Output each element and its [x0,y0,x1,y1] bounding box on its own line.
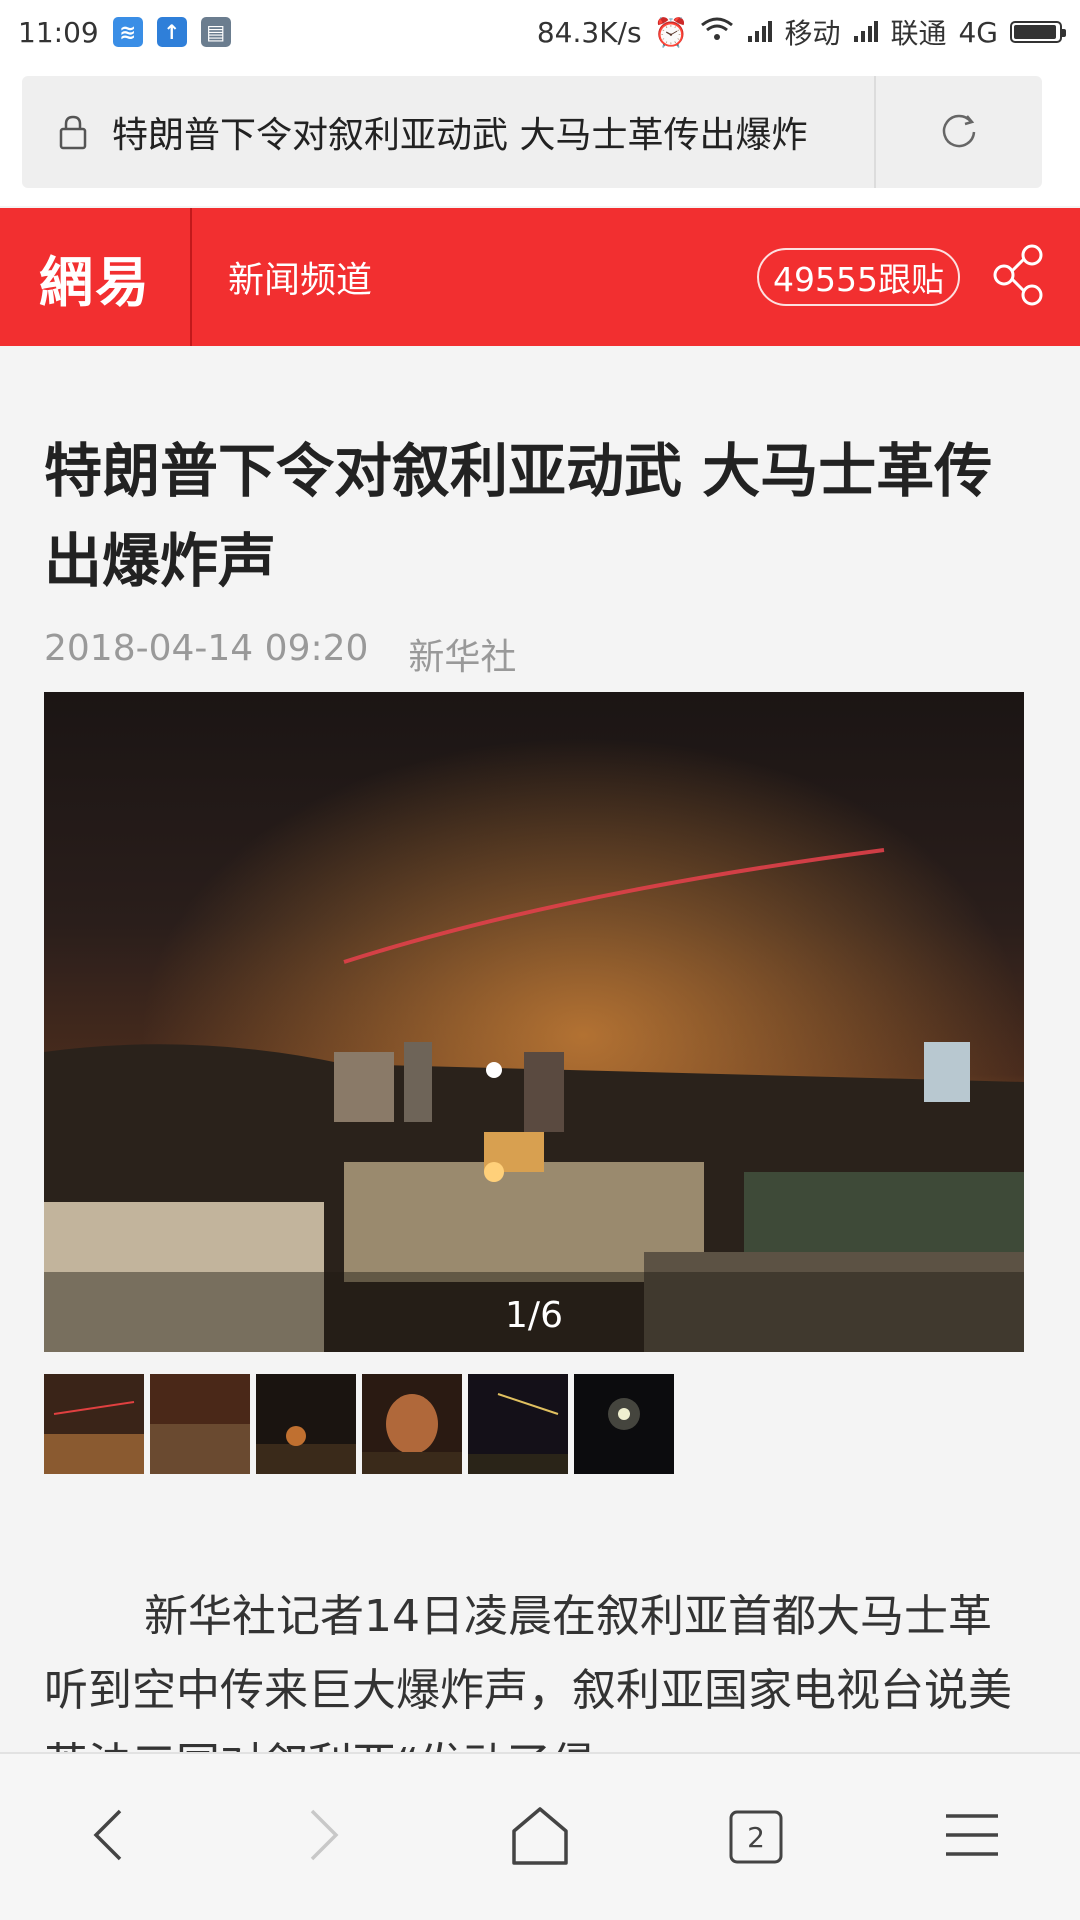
menu-button[interactable] [912,1777,1032,1897]
notes-icon: ▤ [200,17,231,47]
notification-app-icon: ≋ [112,17,143,47]
thumbnail-3[interactable] [256,1374,356,1474]
back-icon [88,1805,128,1869]
forward-icon [304,1805,344,1869]
tabs-icon: 2 [728,1809,784,1865]
network-type: 4G [958,15,998,49]
browser-toolbar: 特朗普下令对叙利亚动武 大马士革传出爆炸 [0,64,1080,206]
network-speed: 84.3K/s [536,15,642,49]
address-bar[interactable]: 特朗普下令对叙利亚动武 大马士革传出爆炸 [22,76,1042,188]
status-time: 11:09 [18,15,99,49]
night-city-photo [44,692,1024,1352]
signal-icon-2 [852,16,879,49]
carrier-1: 移动 [784,17,841,50]
thumbnail-1[interactable] [44,1374,144,1474]
status-bar: 11:09 ≋ ↑ ▤ 84.3K/s ⏰ 移动 联通 4G [0,0,1080,64]
home-button[interactable] [480,1777,600,1897]
forward-button[interactable] [264,1777,384,1897]
thumbnail-6[interactable] [574,1374,674,1474]
thumbnail-4[interactable] [362,1374,462,1474]
header-divider [190,208,192,346]
menu-icon [942,1810,1002,1864]
reload-button[interactable] [876,108,1042,156]
share-button[interactable] [960,243,1080,311]
article-meta: 2018-04-14 09:20 新华社 [44,628,516,680]
home-icon [508,1803,572,1871]
gallery-counter: 1/6 [505,1295,563,1336]
address-text[interactable]: 特朗普下令对叙利亚动武 大马士革传出爆炸 [94,106,874,158]
article-source[interactable]: 新华社 [408,628,516,680]
channel-link[interactable]: 新闻频道 [228,251,372,303]
gallery-main-photo[interactable]: 1/6 [44,692,1024,1352]
battery-icon [1010,21,1066,43]
gallery-thumbnails [44,1374,674,1474]
wifi-icon [700,16,734,49]
netease-logo[interactable]: 網易 [0,208,190,346]
article-body: 新华社记者14日凌晨在叙利亚首都大马士革听到空中传来巨大爆炸声，叙利亚国家电视台… [44,1591,1012,1752]
alarm-icon: ⏰ [653,15,689,49]
thumbnail-2[interactable] [150,1374,250,1474]
article-title: 特朗普下令对叙利亚动武 大马士革传出爆炸声 [44,437,993,595]
article: 特朗普下令对叙利亚动武 大马士革传出爆炸声 2018-04-14 09:20 新… [0,346,1080,1752]
carrier-2: 联通 [890,17,947,50]
comments-button[interactable]: 49555跟贴 [757,248,960,306]
share-icon [992,243,1048,311]
thumbnail-5[interactable] [468,1374,568,1474]
tabs-button[interactable]: 2 [696,1777,816,1897]
signal-icon-1 [746,16,773,49]
browser-bottom-nav: 2 [0,1752,1080,1920]
tab-count: 2 [747,1820,765,1854]
article-date: 2018-04-14 09:20 [44,628,369,669]
upload-icon: ↑ [156,17,187,47]
lock-icon [22,114,94,150]
site-header: 網易 新闻频道 49555跟贴 [0,208,1080,346]
reload-icon [937,108,981,156]
back-button[interactable] [48,1777,168,1897]
